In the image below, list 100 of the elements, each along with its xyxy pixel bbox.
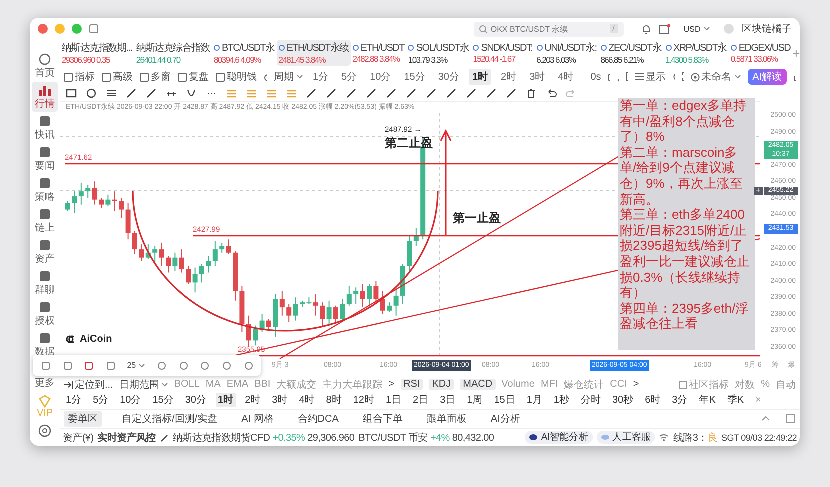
drawing-tool-icon[interactable]	[386, 88, 397, 99]
tool-icon[interactable]	[84, 360, 94, 371]
sidebar-item[interactable]: 授权	[32, 299, 58, 329]
panel-tab[interactable]: 组合下单	[358, 410, 407, 427]
drawing-tool-icon[interactable]	[406, 88, 417, 99]
ticker-tab[interactable]: BTC/USDT永 80394.6 4.09%	[212, 40, 277, 66]
sidebar-item[interactable]: 要闻	[32, 144, 58, 174]
period-tab[interactable]: 3分	[670, 393, 690, 408]
drawing-tool-icon[interactable]	[186, 88, 197, 99]
period-tab[interactable]: 6时	[643, 393, 663, 408]
drawing-tool-icon[interactable]	[426, 88, 437, 99]
drawing-tool-icon[interactable]	[86, 88, 97, 99]
period-tab[interactable]: 1分	[64, 393, 84, 408]
panel-tab[interactable]: 跟单面板	[422, 410, 471, 427]
interval-tab[interactable]: 30分	[435, 69, 462, 86]
display-button[interactable]: 显示	[634, 70, 666, 84]
ticker-tab[interactable]: EDGEX/USD 0.5871 33.06%	[728, 42, 793, 65]
period-tab[interactable]: 年K	[697, 393, 718, 408]
drawing-tool-icon[interactable]	[326, 88, 337, 99]
period-tab[interactable]: 分时	[578, 393, 603, 408]
panel-tab[interactable]: 自定义指标/回测/实盘	[118, 410, 222, 427]
tool-icon[interactable]	[106, 360, 116, 371]
ticker-tab[interactable]: 纳斯达克指数期... 29306.960 0.35	[60, 40, 134, 66]
period-tab[interactable]: 3时	[270, 393, 290, 408]
sidebar-item[interactable]: 群聊	[32, 268, 58, 298]
ai-button[interactable]: AI解读	[748, 69, 788, 86]
window-icon[interactable]	[89, 24, 99, 34]
period-tab[interactable]: 5分	[91, 393, 111, 408]
panel-tab[interactable]: AI分析	[486, 410, 524, 427]
drawing-tool-icon[interactable]	[466, 88, 477, 99]
ticker-tab[interactable]: XRP/USDT永 1.4300 5.83%	[664, 40, 729, 66]
status-quote[interactable]: BTC/USDT 币安 +4% 80,432.00	[358, 430, 494, 445]
period-tab[interactable]: 季K	[725, 393, 746, 408]
window-icon[interactable]	[786, 414, 796, 424]
ai-analysis-button[interactable]: AI智能分析	[525, 431, 593, 444]
drawing-tool-icon[interactable]	[546, 88, 557, 99]
more-button[interactable]: >	[633, 379, 640, 390]
ticker-tab[interactable]: SNDK/USDT: 1520.44 -1.67	[471, 42, 535, 65]
sidebar-item[interactable]: 策略	[32, 175, 58, 205]
interval-tab[interactable]: 5分	[338, 69, 360, 86]
period-tab[interactable]: 8时	[324, 393, 344, 408]
period-tab[interactable]: 15分	[150, 393, 176, 408]
tool-icon[interactable]	[41, 360, 51, 371]
add-alert-button[interactable]: +	[754, 186, 763, 195]
drawing-tool-icon[interactable]	[526, 88, 537, 99]
interval-tab[interactable]: 10分	[367, 69, 394, 86]
line-width-dropdown[interactable]: 25	[127, 361, 146, 370]
panel-tab[interactable]: 委单区	[64, 410, 102, 427]
collapse-icon[interactable]	[762, 416, 770, 422]
drawing-tool-icon[interactable]	[506, 88, 517, 99]
period-tab[interactable]: 3日	[438, 393, 458, 408]
panel-tab[interactable]: AI 网格	[238, 410, 278, 427]
layout-dropdown[interactable]: 未命名	[690, 70, 741, 84]
ticker-tab[interactable]: UNI/USDT永: 6.203 6.03%	[534, 40, 599, 66]
drawing-tool-icon[interactable]	[366, 88, 377, 99]
period-tab[interactable]: 15日	[492, 393, 518, 408]
period-tab[interactable]: 30秒	[610, 393, 636, 408]
sidebar-item[interactable]: 链上	[32, 206, 58, 236]
period-tab[interactable]: 2日	[411, 393, 431, 408]
indicator-button[interactable]: KDJ	[429, 379, 454, 390]
risk-control-link[interactable]: 实时资产风控	[98, 430, 156, 445]
indicator-button[interactable]: RSI	[400, 379, 424, 390]
support-button[interactable]: 人工客服	[596, 431, 656, 444]
panel-tab[interactable]: 合约DCA	[294, 410, 343, 427]
sidebar-item[interactable]: 快讯	[32, 113, 58, 143]
drawing-tool-icon[interactable]	[146, 88, 157, 99]
drawing-tool-icon[interactable]	[106, 88, 117, 99]
ticker-tab[interactable]: SOL/USDT永 103.79 3.3%	[406, 40, 472, 66]
drawing-tool-icon[interactable]	[446, 88, 457, 99]
tool-icon[interactable]	[157, 360, 167, 371]
period-tab[interactable]: 1月	[524, 393, 544, 408]
ticker-tab[interactable]: 纳斯达克综合指数 26401.44 0.70	[134, 40, 212, 66]
mail-icon[interactable]	[658, 24, 671, 34]
status-quote[interactable]: 纳斯达克指数期货CFD +0.35% 29,306.960	[172, 430, 355, 445]
period-tab[interactable]: 12时	[351, 393, 376, 408]
tool-icon[interactable]	[178, 360, 188, 371]
period-tab[interactable]: 1日	[384, 393, 404, 408]
period-tab[interactable]: 2时	[243, 393, 263, 408]
more-button[interactable]: >	[388, 379, 395, 390]
interval-tab[interactable]: 1分	[310, 69, 332, 86]
period-tab[interactable]: 1周	[465, 393, 485, 408]
toolbar-button[interactable]: 指标	[64, 70, 95, 84]
locate-button[interactable]: 定位到...	[64, 378, 114, 392]
drawing-tool-icon[interactable]	[126, 88, 137, 99]
interval-tab[interactable]: 1时	[469, 69, 492, 86]
sidebar-item[interactable]: 资产	[32, 237, 58, 267]
currency-dropdown[interactable]: USD	[684, 24, 710, 34]
interval-tab[interactable]: 2时	[498, 69, 520, 86]
period-tab[interactable]: 10分	[118, 393, 144, 408]
ticker-tab[interactable]: ZEC/USDT永 866.85 6.21%	[598, 40, 664, 66]
ticker-tab[interactable]: ETH/USDT永续 2481.45 3.84%	[276, 40, 351, 66]
tool-icon[interactable]	[222, 360, 232, 371]
drawing-tool-icon[interactable]	[306, 88, 317, 99]
period-tab[interactable]: 30分	[183, 393, 208, 408]
drawing-tool-icon[interactable]	[486, 88, 497, 99]
tool-icon[interactable]	[200, 360, 210, 371]
tool-icon[interactable]	[62, 360, 72, 371]
bell-icon[interactable]	[640, 24, 652, 34]
user-name[interactable]: 区块链橘子	[742, 22, 792, 36]
period-dropdown[interactable]: 周期	[274, 70, 303, 84]
